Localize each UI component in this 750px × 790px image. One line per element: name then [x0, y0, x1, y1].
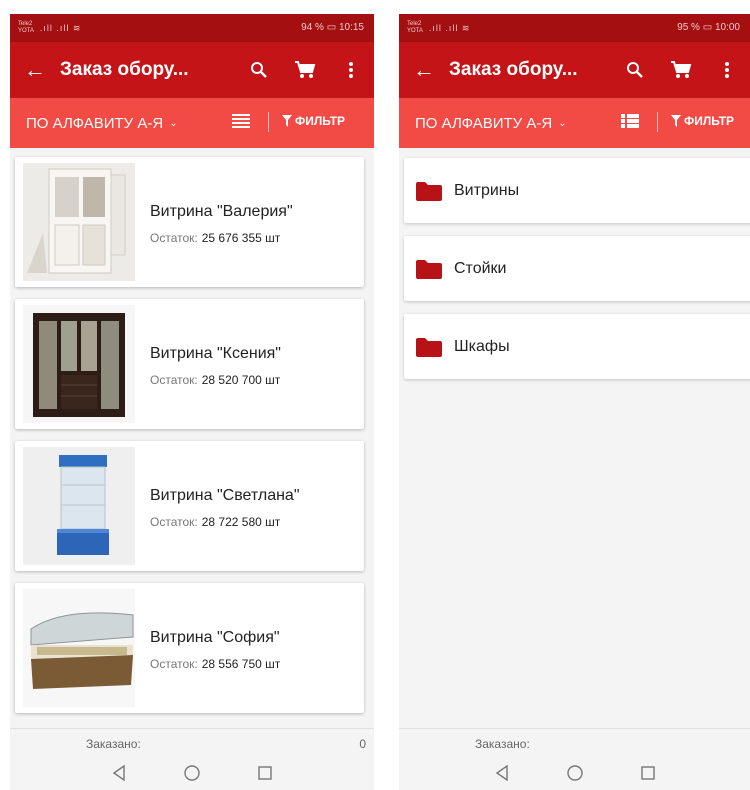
product-stock: Остаток: 28 520 700 шт — [150, 373, 281, 387]
app-bar: ← Заказ обору... — [399, 42, 750, 98]
battery-level: 95 % — [677, 22, 700, 33]
search-icon[interactable] — [612, 61, 658, 79]
ordered-summary: Заказано: 0 — [10, 728, 374, 756]
filter-label: ФИЛЬТР — [684, 114, 735, 128]
ordered-label: Заказано: — [475, 737, 530, 751]
product-card[interactable]: Витрина "Ксения" Остаток: 28 520 700 шт — [15, 299, 364, 429]
product-image-glass-showcase — [23, 447, 135, 565]
divider — [268, 112, 269, 132]
app-bar: ← Заказ обору... — [10, 42, 374, 98]
back-arrow-icon[interactable]: ← — [399, 57, 449, 83]
product-image-refrigerated-counter — [23, 589, 135, 707]
clock: 10:00 — [714, 22, 740, 33]
product-image-dark-wardrobe — [23, 305, 135, 423]
grid-view-icon[interactable] — [621, 113, 639, 133]
status-bar: Tele2 YOTA .ıll .ıll ≋ 95 % ▭ 10:00 — [399, 14, 750, 42]
product-name: Витрина "Ксения" — [150, 345, 281, 362]
filter-icon — [282, 115, 292, 127]
nav-home-icon[interactable] — [566, 765, 583, 781]
carrier-label: Tele2 YOTA — [407, 21, 423, 34]
divider — [657, 112, 658, 132]
battery-icon: ▭ — [326, 22, 337, 33]
product-name: Витрина "Валерия" — [150, 203, 293, 220]
sort-dropdown[interactable]: ПО АЛФАВИТУ А-Я ⌄ — [415, 115, 567, 132]
carrier-label: Tele2 YOTA — [18, 21, 34, 34]
product-name: Витрина "София" — [150, 629, 280, 646]
ordered-value: 0 — [359, 737, 366, 751]
folder-label: Шкафы — [454, 337, 510, 355]
folder-icon — [416, 337, 442, 357]
folder-item[interactable]: Витрины — [404, 158, 750, 223]
nav-back-icon[interactable] — [495, 765, 509, 781]
nav-home-icon[interactable] — [184, 765, 200, 781]
page-title: Заказ обору... — [60, 59, 189, 80]
chevron-down-icon: ⌄ — [169, 117, 178, 129]
filter-button[interactable]: ФИЛЬТР — [671, 114, 734, 128]
phone-screen-folder-list: Tele2 YOTA .ıll .ıll ≋ 95 % ▭ 10:00 ← За… — [399, 14, 750, 790]
product-stock: Остаток: 25 676 355 шт — [150, 231, 281, 245]
more-vert-icon[interactable] — [704, 61, 750, 79]
product-card[interactable]: Витрина "Светлана" Остаток: 28 722 580 шт — [15, 441, 364, 571]
sort-label: ПО АЛФАВИТУ А-Я — [415, 114, 553, 132]
product-card[interactable]: Витрина "София" Остаток: 28 556 750 шт — [15, 583, 364, 713]
ordered-summary: Заказано: — [399, 728, 750, 756]
system-nav-bar — [10, 756, 374, 790]
chevron-down-icon: ⌄ — [558, 117, 567, 129]
battery-level: 94 % — [301, 22, 324, 33]
product-list: Витрина "Валерия" Остаток:25 676 355 шт — [10, 148, 374, 713]
more-vert-icon[interactable] — [328, 61, 374, 79]
folder-label: Витрины — [454, 181, 520, 199]
folder-list: Витрины Стойки Шкафы — [399, 148, 750, 710]
sort-filter-bar: ПО АЛФАВИТУ А-Я ⌄ ФИЛЬТР — [399, 98, 750, 148]
filter-button[interactable]: ФИЛЬТР — [282, 114, 345, 128]
sort-label: ПО АЛФАВИТУ А-Я — [26, 114, 164, 132]
page-title: Заказ обору... — [449, 59, 578, 80]
cart-icon[interactable] — [282, 60, 328, 80]
nav-recents-icon[interactable] — [640, 766, 655, 780]
search-icon[interactable] — [236, 61, 282, 79]
product-name: Витрина "Светлана" — [150, 487, 300, 504]
list-view-icon[interactable] — [232, 113, 250, 133]
ordered-label: Заказано: — [86, 737, 141, 751]
product-stock: Остаток: 28 556 750 шт — [150, 657, 281, 671]
nav-recents-icon[interactable] — [258, 766, 272, 780]
folder-icon — [416, 259, 442, 279]
sort-dropdown[interactable]: ПО АЛФАВИТУ А-Я ⌄ — [26, 115, 178, 132]
phone-screen-product-list: Tele2 YOTA .ıll .ıll ≋ 94 % ▭ 10:15 ← За… — [10, 14, 374, 790]
folder-label: Стойки — [454, 259, 507, 277]
battery-icon: ▭ — [702, 22, 713, 33]
sort-filter-bar: ПО АЛФАВИТУ А-Я ⌄ ФИЛЬТР — [10, 98, 374, 148]
back-arrow-icon[interactable]: ← — [10, 57, 60, 83]
nav-back-icon[interactable] — [112, 765, 126, 781]
folder-item[interactable]: Стойки — [404, 236, 750, 301]
folder-item[interactable]: Шкафы — [404, 314, 750, 379]
product-stock: Остаток: 28 722 580 шт — [150, 515, 281, 529]
clock: 10:15 — [338, 22, 364, 33]
cart-icon[interactable] — [658, 60, 704, 80]
signal-icon: .ıll .ıll ≋ — [428, 22, 471, 33]
system-nav-bar — [399, 756, 750, 790]
product-image-white-cabinet — [23, 163, 135, 281]
filter-label: ФИЛЬТР — [295, 114, 346, 128]
filter-icon — [671, 115, 681, 127]
signal-icon: .ıll .ıll ≋ — [39, 22, 82, 33]
status-bar: Tele2 YOTA .ıll .ıll ≋ 94 % ▭ 10:15 — [10, 14, 374, 42]
folder-icon — [416, 181, 442, 201]
product-card[interactable]: Витрина "Валерия" Остаток: 25 676 355 шт — [15, 157, 364, 287]
